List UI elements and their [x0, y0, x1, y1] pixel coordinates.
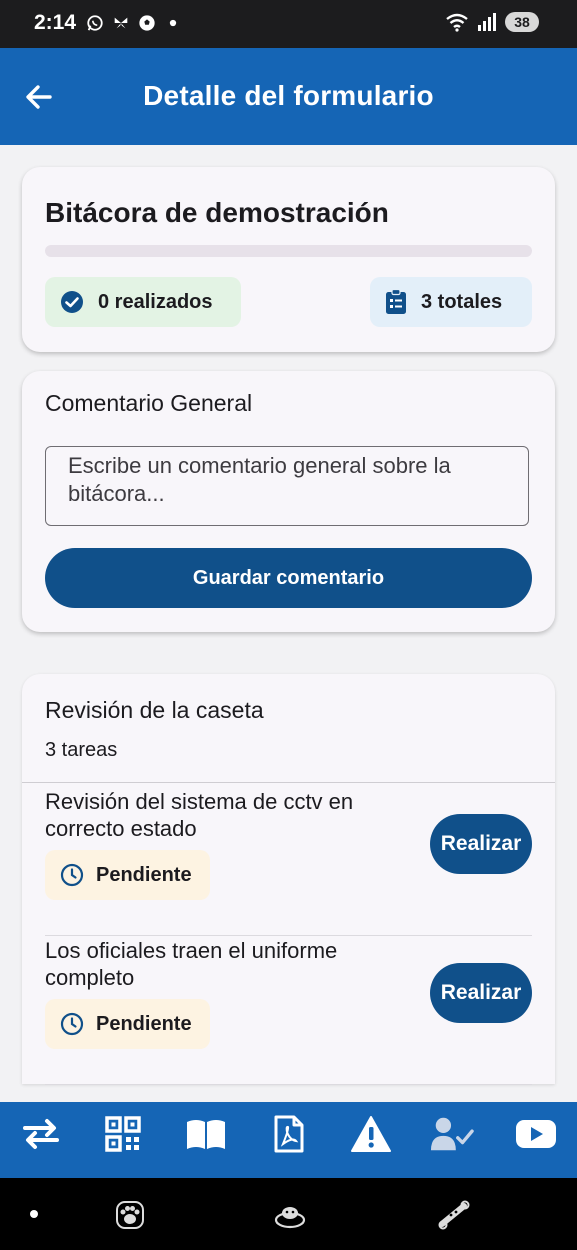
- section-card: Revisión de la caseta 3 tareas Revisión …: [22, 674, 555, 1085]
- system-navigation: [0, 1178, 577, 1250]
- nav-dot-icon: [30, 1210, 38, 1218]
- save-comment-button[interactable]: Guardar comentario: [45, 548, 532, 608]
- task-divider: [45, 935, 532, 936]
- log-title: Bitácora de demostración: [45, 197, 389, 228]
- done-chip: 0 realizados: [45, 277, 241, 327]
- progress-bar: [45, 245, 532, 257]
- wifi-icon: [446, 13, 468, 32]
- page-title: Detalle del formulario: [143, 80, 434, 111]
- pet-bed-icon[interactable]: [274, 1200, 306, 1230]
- swap-icon[interactable]: [19, 1112, 63, 1156]
- youtube-icon[interactable]: [514, 1112, 558, 1156]
- total-chip: 3 totales: [370, 277, 532, 327]
- battery-icon: 38: [505, 12, 539, 32]
- task-item: Revisión del sistema de cctv en correcto…: [45, 788, 532, 936]
- notification-icons: [86, 14, 182, 32]
- done-count: 0 realizados: [98, 290, 213, 313]
- comment-placeholder: Escribe un comentario general sobre la b…: [68, 453, 451, 506]
- status-right: 38: [445, 12, 539, 32]
- user-check-icon[interactable]: [430, 1112, 474, 1156]
- bottom-navigation: [0, 1102, 577, 1178]
- section-title: Revisión de la caseta: [45, 697, 264, 723]
- status-text: Pendiente: [96, 863, 192, 886]
- task-divider: [45, 1084, 532, 1085]
- whatsapp-icon: [87, 15, 103, 31]
- status-time: 2:14: [34, 11, 77, 34]
- paw-app-icon[interactable]: [114, 1200, 146, 1230]
- section-divider: [22, 782, 555, 783]
- total-count: 3 totales: [421, 290, 503, 313]
- realizar-button[interactable]: Realizar: [430, 814, 532, 874]
- status-badge: Pendiente: [45, 850, 210, 900]
- summary-card: Bitácora de demostración 0 realizados 3 …: [22, 167, 555, 352]
- warning-icon[interactable]: [349, 1112, 393, 1156]
- check-circle-icon: [61, 291, 83, 313]
- comment-card: Comentario General Escribe un comentario…: [22, 371, 555, 632]
- save-comment-label: Guardar comentario: [192, 566, 385, 589]
- book-icon[interactable]: [184, 1112, 228, 1156]
- status-badge: Pendiente: [45, 999, 210, 1049]
- status-text: Pendiente: [96, 1012, 192, 1035]
- task-title: Los oficiales traen el uniforme completo: [45, 938, 338, 990]
- comment-label: Comentario General: [45, 390, 253, 416]
- task-title: Revisión del sistema de cctv en correcto…: [45, 789, 354, 841]
- task-count: 3 tareas: [45, 739, 118, 761]
- soccer-ball-icon: [139, 15, 155, 31]
- butterfly-icon: [114, 17, 128, 29]
- clock-icon: [60, 863, 84, 887]
- dot-icon: [169, 19, 177, 27]
- realizar-label: Realizar: [440, 981, 522, 1004]
- realizar-label: Realizar: [440, 832, 522, 855]
- pdf-file-icon[interactable]: [267, 1112, 311, 1156]
- task-item: Los oficiales traen el uniforme completo…: [45, 937, 532, 1085]
- realizar-button[interactable]: Realizar: [430, 963, 532, 1023]
- app-bar: Detalle del formulario: [0, 48, 577, 145]
- dog-toy-icon[interactable]: [438, 1200, 470, 1230]
- signal-icon: [478, 13, 496, 31]
- comment-input[interactable]: Escribe un comentario general sobre la b…: [45, 446, 529, 526]
- qr-code-icon[interactable]: [101, 1112, 145, 1156]
- clock-icon: [60, 1012, 84, 1036]
- clipboard-list-icon: [386, 289, 406, 314]
- status-bar: 2:14 38: [0, 0, 577, 48]
